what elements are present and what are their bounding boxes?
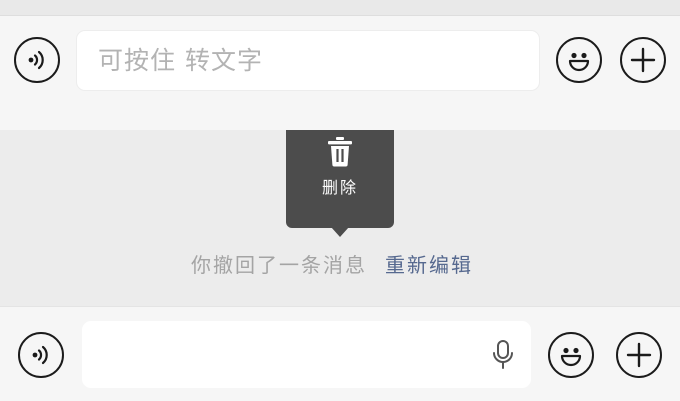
dictation-button[interactable]	[492, 340, 514, 370]
recalled-message-notice: 你撤回了一条消息 重新编辑	[191, 250, 473, 280]
more-options-button[interactable]	[616, 332, 662, 378]
message-text-input[interactable]	[82, 321, 531, 388]
hold-to-transcribe-field[interactable]: 可按住 转文字	[76, 30, 540, 91]
voice-input-bar: 可按住 转文字	[0, 16, 680, 130]
trash-icon	[328, 137, 352, 167]
chat-message-area: 删除 你撤回了一条消息 重新编辑	[0, 130, 680, 306]
message-context-menu: 删除	[286, 130, 394, 228]
text-input-bar	[0, 306, 680, 401]
emoji-button[interactable]	[548, 332, 594, 378]
plus-circle-icon	[630, 47, 656, 73]
voice-wave-icon	[32, 345, 48, 365]
voice-wave-icon	[28, 50, 44, 70]
delete-label[interactable]: 删除	[286, 178, 394, 198]
context-menu-pointer	[331, 227, 349, 237]
microphone-icon	[493, 340, 513, 369]
top-divider-strip	[0, 0, 680, 16]
smiley-face-icon	[568, 52, 590, 72]
delete-menu-item[interactable]	[328, 137, 352, 167]
plus-circle-icon	[626, 342, 652, 368]
recalled-message-text: 你撤回了一条消息	[191, 253, 367, 277]
more-options-button[interactable]	[620, 37, 666, 83]
hold-to-transcribe-placeholder: 可按住 转文字	[98, 46, 263, 75]
voice-toggle-button[interactable]	[14, 37, 60, 83]
smiley-face-icon	[560, 347, 582, 367]
voice-toggle-button[interactable]	[18, 332, 64, 378]
emoji-button[interactable]	[556, 37, 602, 83]
re-edit-link[interactable]: 重新编辑	[385, 253, 473, 277]
